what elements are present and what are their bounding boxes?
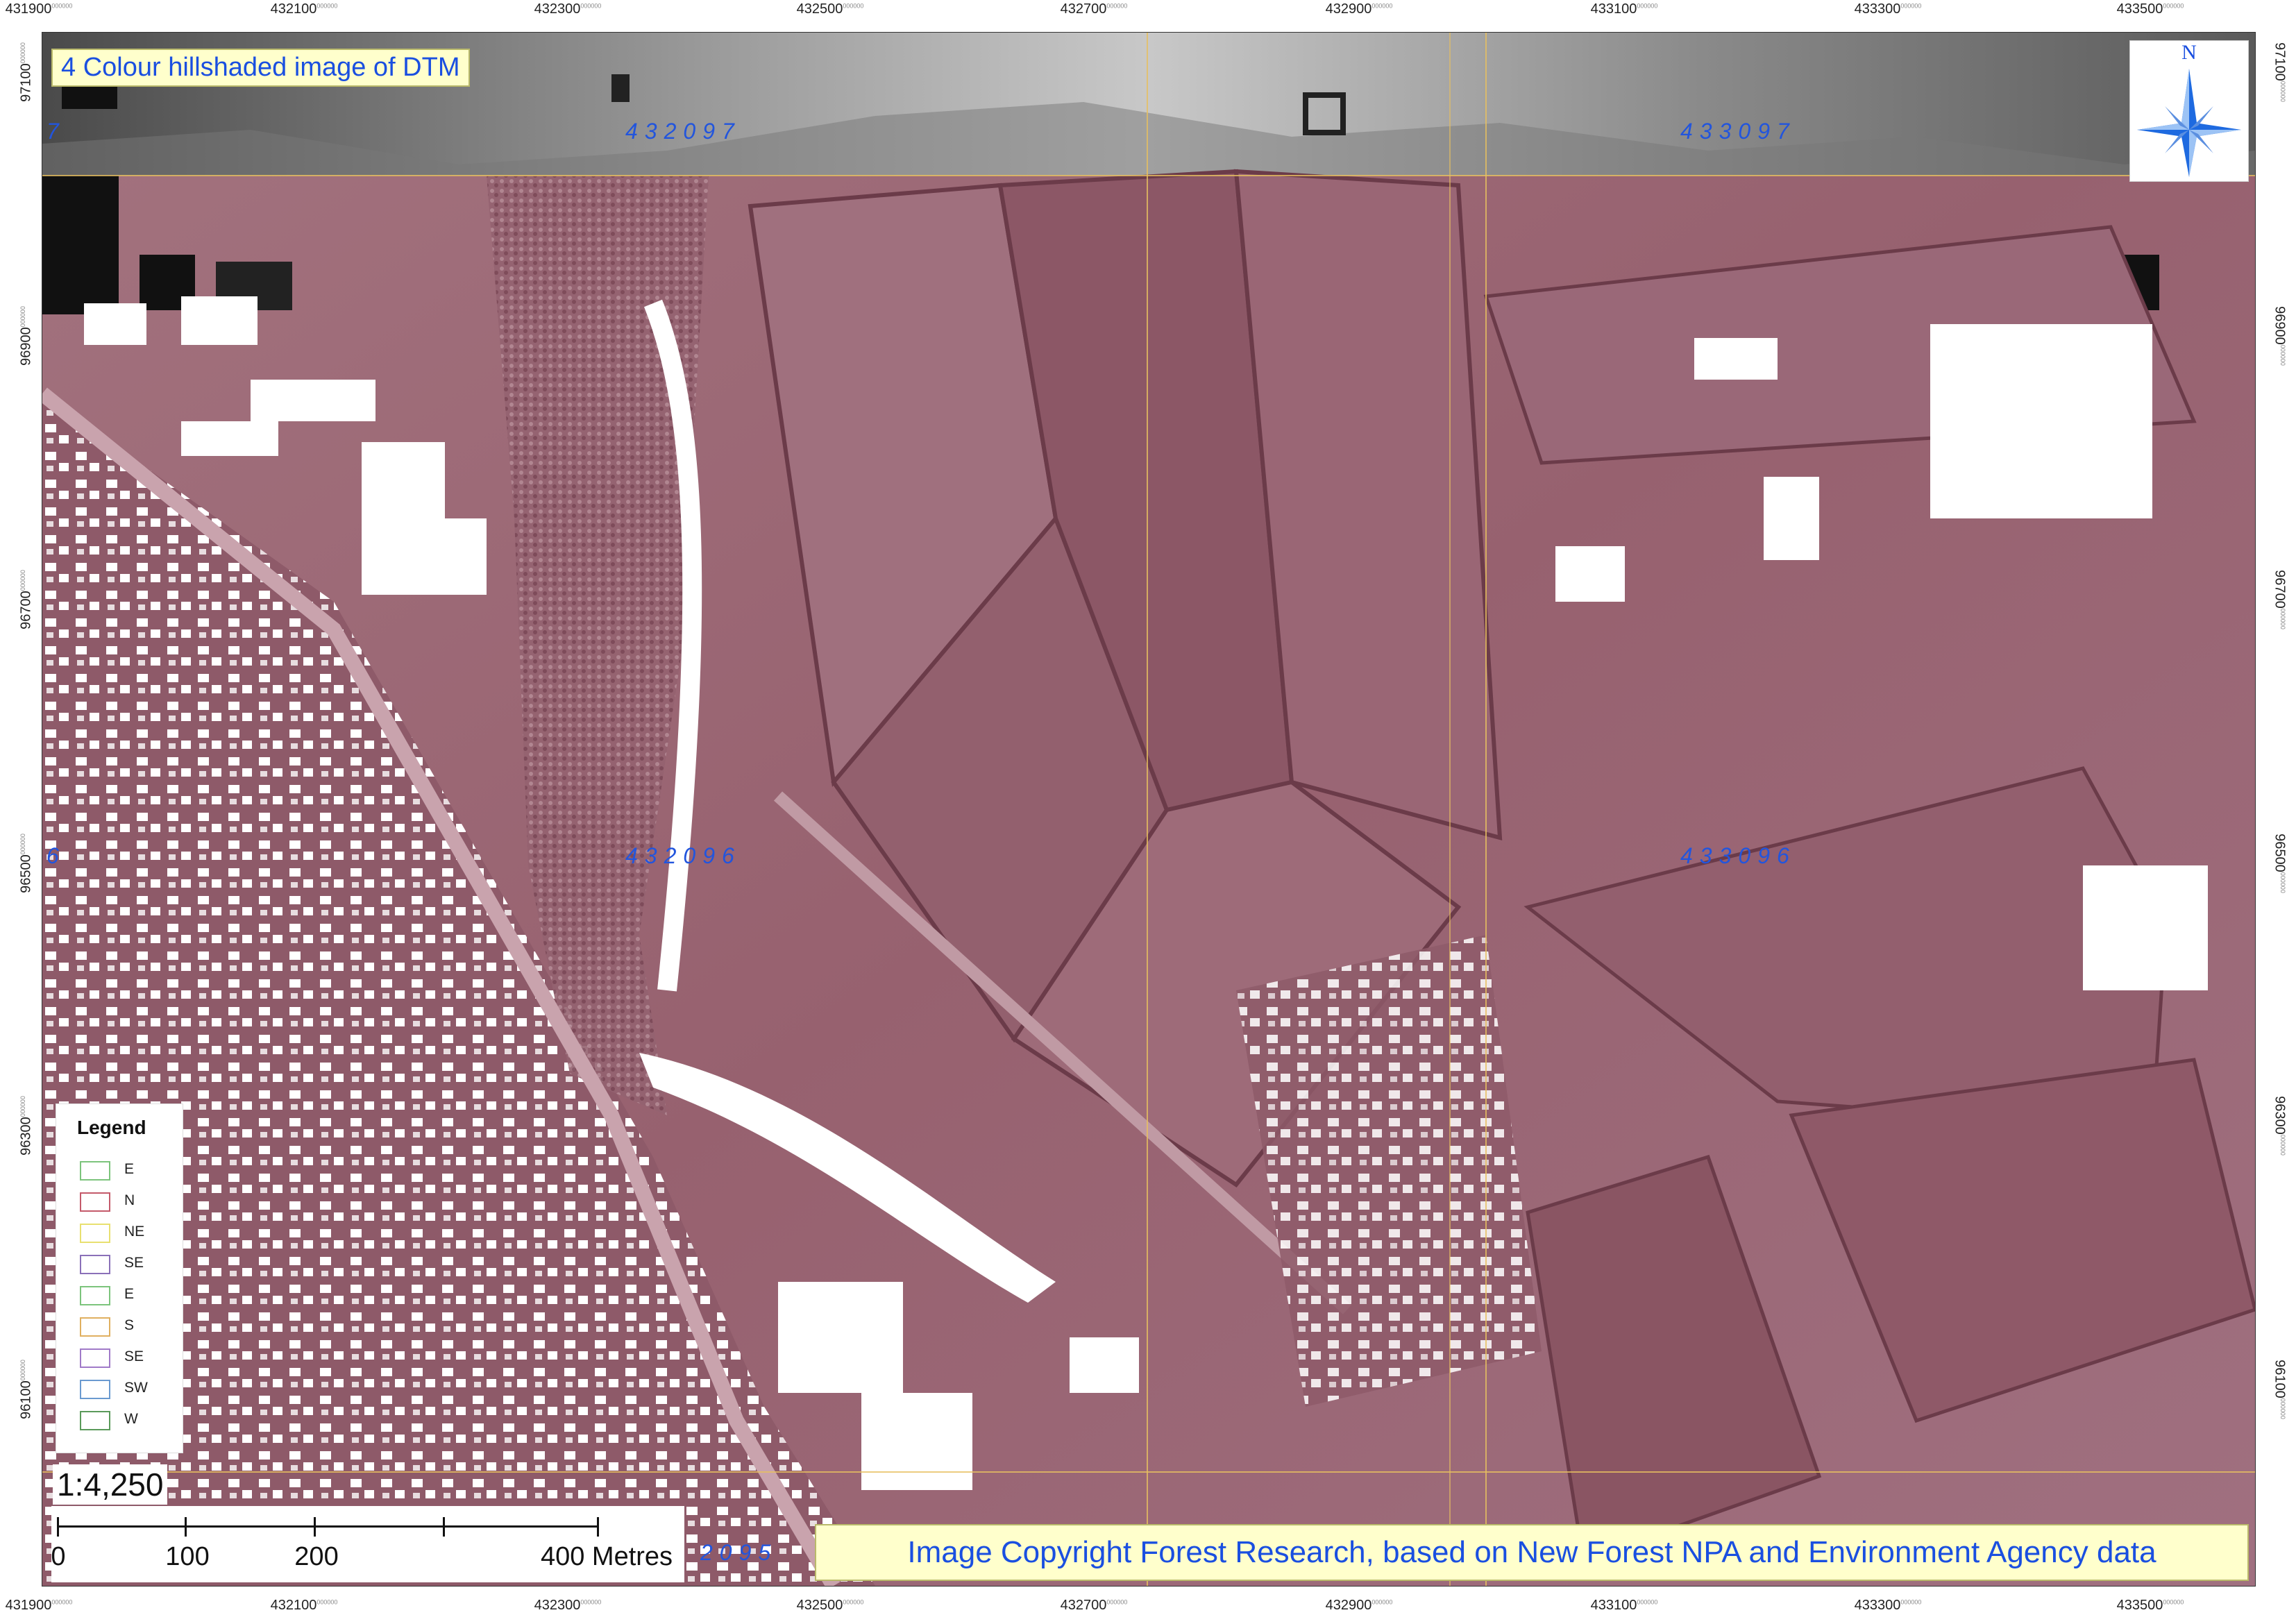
- hillshade-map[interactable]: 432097 433097 432096 433096 7 6 2095: [42, 32, 2256, 1587]
- legend-swatch: [80, 1411, 110, 1430]
- grid-label-left-top: 7: [47, 119, 66, 144]
- legend-label: E: [124, 1161, 135, 1177]
- x-tick: 432300000000: [534, 1598, 602, 1613]
- compass-rose-icon: [2137, 69, 2241, 177]
- scalebar-label: 400 Metres: [540, 1542, 673, 1571]
- y-tick: 96700000000: [18, 570, 34, 629]
- legend-swatch: [80, 1255, 110, 1274]
- legend-swatch: [80, 1286, 110, 1305]
- scalebar-tick: [57, 1517, 59, 1537]
- copyright-notice: Image Copyright Forest Research, based o…: [815, 1524, 2249, 1581]
- legend-label: SE: [124, 1348, 144, 1364]
- x-tick: 432100000000: [270, 1, 338, 17]
- legend-swatch: [80, 1348, 110, 1368]
- relief-raster: [42, 33, 2255, 1586]
- y-tick: 96300000000: [2272, 1096, 2288, 1156]
- legend-swatch: [80, 1192, 110, 1212]
- y-tick: 96300000000: [18, 1096, 34, 1156]
- legend-item: NE: [80, 1219, 177, 1244]
- x-tick: 433300000000: [1854, 1598, 1922, 1613]
- legend-label: W: [124, 1411, 138, 1427]
- x-tick: 432500000000: [796, 1598, 864, 1613]
- x-tick: 433500000000: [2116, 1, 2184, 17]
- scalebar-tick: [314, 1517, 316, 1537]
- legend-item: SW: [80, 1376, 177, 1401]
- legend-swatch: [80, 1317, 110, 1337]
- map-title: 4 Colour hillshaded image of DTM: [51, 49, 470, 87]
- legend-item: E: [80, 1157, 177, 1182]
- scalebar-tick: [443, 1517, 445, 1537]
- y-tick: 96100000000: [2272, 1360, 2288, 1419]
- y-tick: 96500000000: [2272, 834, 2288, 893]
- grid-label-bottom: 2095: [700, 1540, 778, 1565]
- y-tick: 96900000000: [18, 306, 34, 366]
- legend-item: W: [80, 1407, 177, 1432]
- x-tick: 431900000000: [5, 1, 73, 17]
- legend-label: NE: [124, 1224, 145, 1240]
- x-tick: 433100000000: [1590, 1, 1658, 17]
- legend-swatch: [80, 1224, 110, 1243]
- legend-swatch: [80, 1161, 110, 1181]
- legend-item: E: [80, 1282, 177, 1307]
- legend-item: SE: [80, 1251, 177, 1276]
- x-tick: 432900000000: [1325, 1, 1393, 17]
- scalebar: 0 100 200 400 Metres: [51, 1506, 684, 1582]
- y-tick: 96900000000: [2272, 306, 2288, 366]
- legend-label: S: [124, 1317, 135, 1333]
- x-tick: 432700000000: [1060, 1, 1128, 17]
- grid-label-sw: 432096: [625, 843, 741, 868]
- north-arrow: N: [2129, 40, 2249, 182]
- grid-label-nw: 432097: [625, 119, 741, 144]
- x-tick: 433300000000: [1854, 1, 1922, 17]
- x-tick: 431900000000: [5, 1598, 73, 1613]
- x-tick: 432500000000: [796, 1, 864, 17]
- legend-label: N: [124, 1192, 135, 1208]
- legend-item: S: [80, 1313, 177, 1338]
- scalebar-label: 100: [165, 1542, 210, 1571]
- x-tick: 432700000000: [1060, 1598, 1128, 1613]
- x-tick: 432900000000: [1325, 1598, 1393, 1613]
- legend-label: E: [124, 1286, 135, 1302]
- scalebar-label: 0: [51, 1542, 66, 1571]
- y-tick: 97100000000: [2272, 42, 2288, 102]
- scalebar-label: 200: [294, 1542, 339, 1571]
- x-tick: 433100000000: [1590, 1598, 1658, 1613]
- legend: Legend E N NE SE E S SE SW W: [56, 1103, 183, 1453]
- legend-swatch: [80, 1380, 110, 1399]
- legend-item: N: [80, 1188, 177, 1213]
- legend-item: SE: [80, 1344, 177, 1369]
- legend-label: SE: [124, 1255, 144, 1271]
- scalebar-line: [57, 1525, 598, 1528]
- y-tick: 97100000000: [18, 42, 34, 102]
- scale-ratio: 1:4,250: [53, 1464, 168, 1505]
- grid-label-se: 433096: [1680, 843, 1796, 868]
- scalebar-tick: [185, 1517, 187, 1537]
- scalebar-tick: [597, 1517, 599, 1537]
- y-tick: 96700000000: [2272, 570, 2288, 629]
- grid-label-ne: 433097: [1680, 119, 1796, 144]
- x-tick: 432100000000: [270, 1598, 338, 1613]
- grid-label-left-mid: 6: [47, 843, 66, 868]
- legend-label: SW: [124, 1380, 148, 1396]
- x-tick: 433500000000: [2116, 1598, 2184, 1613]
- y-tick: 96500000000: [18, 834, 34, 893]
- legend-title: Legend: [77, 1117, 146, 1138]
- y-tick: 96100000000: [18, 1360, 34, 1419]
- x-tick: 432300000000: [534, 1, 602, 17]
